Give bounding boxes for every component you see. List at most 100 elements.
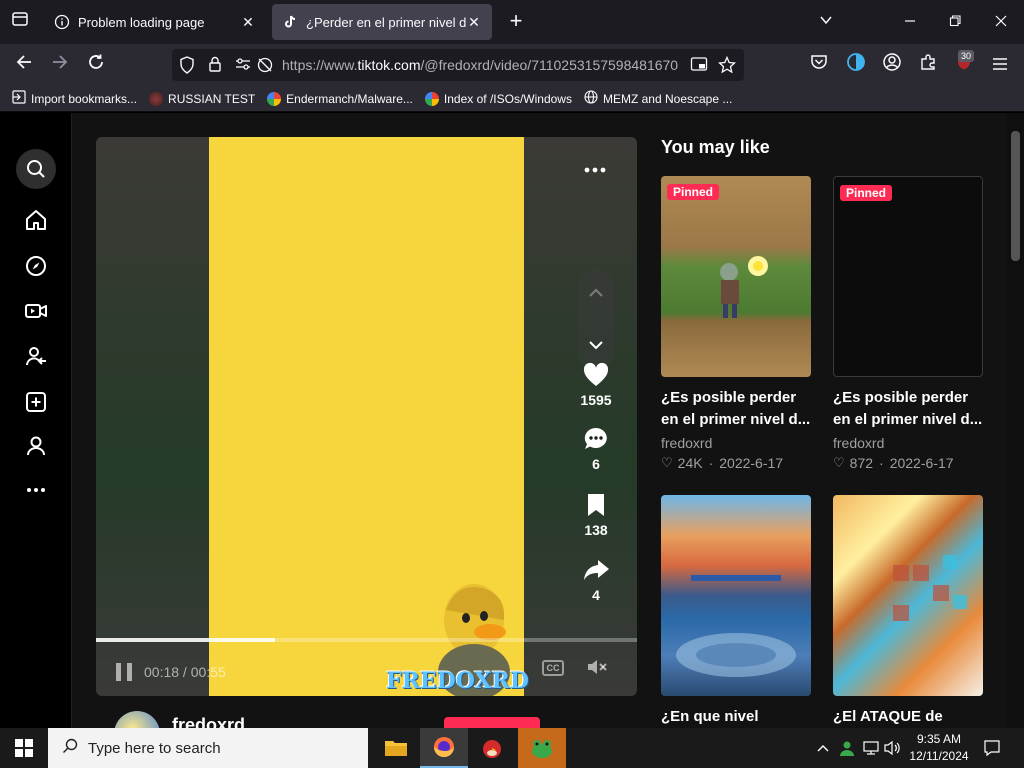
video-more-options-button[interactable] [584, 153, 606, 179]
firefox-app[interactable] [420, 728, 468, 768]
explore-button[interactable] [16, 246, 56, 286]
notifications-button[interactable] [978, 728, 1006, 768]
forward-button[interactable] [47, 52, 73, 78]
recommended-video-card[interactable]: ¿El ATAQUE de [833, 495, 983, 728]
pocket-button[interactable] [806, 52, 832, 78]
more-button[interactable] [16, 470, 56, 510]
system-clock[interactable]: 9:35 AM 12/11/2024 [904, 731, 974, 765]
reload-button[interactable] [83, 52, 109, 78]
video-progress-bar[interactable] [96, 638, 637, 642]
recommended-video-card[interactable]: Pinned ¿Es posible perder en el primer n… [833, 176, 983, 471]
volume-button[interactable] [882, 728, 904, 768]
next-video-button[interactable] [578, 327, 614, 363]
following-button[interactable] [16, 336, 56, 376]
bookmark-russian-test[interactable]: RUSSIAN TEST [149, 91, 255, 106]
video-player[interactable]: FREDOXRD 1595 6 138 4 00:18 / 00:55 CC [96, 137, 637, 696]
video-time: 00:18 / 00:55 [144, 664, 226, 680]
profile-button[interactable] [16, 426, 56, 466]
file-explorer-app[interactable] [372, 728, 420, 768]
card-title[interactable]: ¿Es posible perder en el primer nivel d.… [833, 387, 983, 431]
tab-problem-loading[interactable]: Problem loading page ✕ [44, 4, 266, 40]
scrollbar-thumb[interactable] [1011, 131, 1020, 261]
mute-button[interactable] [586, 657, 608, 682]
save-button[interactable]: 138 [574, 491, 618, 538]
url-text[interactable]: https://www.tiktok.com/@fredoxrd/video/7… [282, 57, 682, 73]
extensions-button[interactable] [915, 52, 941, 78]
card-title[interactable]: ¿En que nivel [661, 706, 811, 728]
author-row: fredoxrd [96, 711, 637, 728]
recommended-video-card[interactable]: ¿En que nivel [661, 495, 811, 728]
card-author[interactable]: fredoxrd [833, 435, 983, 451]
user-tray-icon [840, 741, 854, 756]
minimize-button[interactable] [898, 10, 922, 34]
search-icon [62, 738, 78, 759]
close-tab-icon[interactable]: ✕ [240, 14, 256, 31]
shield-icon[interactable] [178, 56, 196, 74]
you-may-like-heading: You may like [661, 137, 770, 157]
watermark-text: FREDOXRD [386, 668, 529, 694]
home-icon [26, 210, 46, 230]
like-button[interactable]: 1595 [574, 361, 618, 408]
autoplay-blocked-icon[interactable] [256, 56, 274, 74]
pause-button[interactable] [116, 663, 132, 681]
live-button[interactable] [16, 291, 56, 331]
author-avatar[interactable] [114, 711, 160, 728]
bookmark-endermanch[interactable]: Endermanch/Malware... [267, 91, 413, 106]
back-button[interactable] [11, 52, 37, 78]
account-button[interactable] [879, 52, 905, 78]
muted-speaker-icon [588, 660, 607, 674]
clock-time: 9:35 AM [916, 732, 962, 746]
video-thumbnail[interactable] [833, 495, 983, 696]
network-button[interactable] [860, 728, 882, 768]
bookmark-memz[interactable]: MEMZ and Noescape ... [584, 90, 732, 107]
bookmark-import[interactable]: Import bookmarks... [12, 90, 137, 107]
video-thumbnail[interactable]: Pinned [661, 176, 811, 377]
pocket-icon [811, 55, 827, 69]
close-icon [995, 15, 1007, 27]
restore-button[interactable] [943, 10, 967, 34]
home-button[interactable] [16, 200, 56, 240]
captions-button[interactable]: CC [542, 660, 564, 676]
close-window-button[interactable] [989, 10, 1013, 34]
page-scrollbar[interactable] [1007, 113, 1024, 728]
close-tab-icon[interactable]: ✕ [466, 14, 482, 31]
heart-outline-icon: ♡ [833, 455, 845, 470]
upload-button[interactable] [16, 382, 56, 422]
frog-app[interactable] [518, 728, 566, 768]
recommended-video-card[interactable]: Pinned ¿Es posible perder en el primer n… [661, 176, 811, 471]
follow-button[interactable] [444, 717, 540, 728]
lock-icon[interactable] [206, 56, 224, 74]
card-title[interactable]: ¿Es posible perder en el primer nivel d.… [661, 387, 811, 431]
new-tab-button[interactable]: + [504, 10, 528, 34]
tab-overflow-button[interactable] [814, 10, 838, 34]
save-count: 138 [584, 522, 608, 538]
tab-tiktok-video[interactable]: ¿Perder en el primer nivel de Plants ✕ [272, 4, 492, 40]
pinned-badge: Pinned [667, 184, 720, 200]
comment-button[interactable]: 6 [574, 425, 618, 472]
bookmark-index-isos[interactable]: Index of /ISOs/Windows [424, 91, 572, 106]
card-meta: ♡ 872 · 2022-6-17 [833, 455, 983, 471]
video-thumbnail[interactable] [661, 495, 811, 696]
tab-bar: Problem loading page ✕ ¿Perder en el pri… [0, 0, 1024, 44]
permissions-icon[interactable] [234, 56, 252, 74]
picture-in-picture-icon[interactable] [690, 56, 708, 74]
card-title[interactable]: ¿El ATAQUE de [833, 706, 983, 728]
list-all-tabs-button[interactable] [8, 10, 32, 34]
tray-app-icon[interactable] [836, 728, 858, 768]
video-thumbnail[interactable]: Pinned [833, 176, 983, 377]
start-button[interactable] [0, 728, 48, 768]
show-hidden-icons-button[interactable] [812, 728, 834, 768]
previous-video-button[interactable] [578, 275, 614, 311]
share-button[interactable]: 4 [574, 556, 618, 603]
card-meta: ♡ 24K · 2022-6-17 [661, 455, 811, 471]
taskbar-search-box[interactable]: Type here to search [48, 728, 368, 768]
author-name[interactable]: fredoxrd [172, 715, 245, 728]
search-button[interactable] [16, 149, 56, 189]
card-author[interactable]: fredoxrd [661, 435, 811, 451]
address-bar[interactable]: https://www.tiktok.com/@fredoxrd/video/7… [172, 49, 744, 81]
app-menu-button[interactable] [987, 52, 1013, 78]
bookmark-star-icon[interactable] [717, 55, 737, 74]
angry-birds-app[interactable] [468, 728, 516, 768]
extension-contrast-button[interactable] [843, 52, 869, 78]
card-likes: 24K [677, 455, 703, 471]
